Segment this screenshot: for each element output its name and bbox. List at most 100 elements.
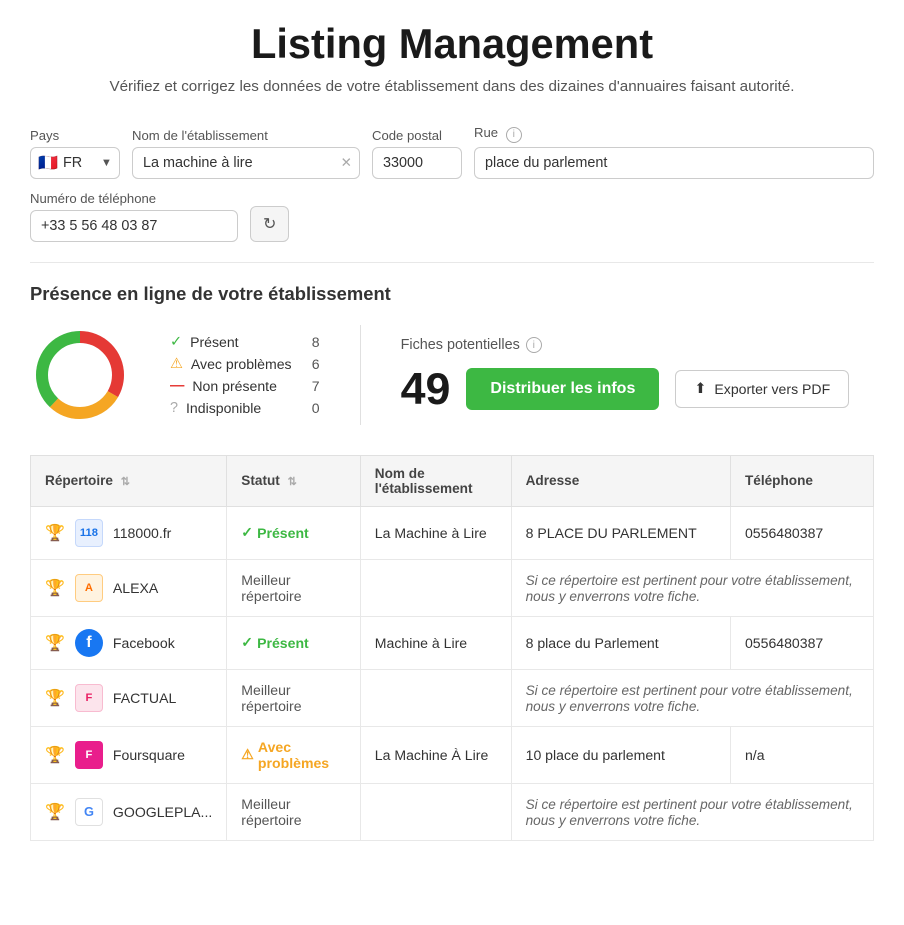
fiches-actions: 49 Distribuer les infos ⬆ Exporter vers … [401, 367, 850, 412]
dir-name: Foursquare [113, 747, 185, 763]
unavailable-icon: ? [170, 400, 178, 416]
status-present: ✓ Présent [241, 634, 346, 651]
legend-label-unavailable: Indisponible [186, 400, 292, 416]
cell-adresse: 10 place du parlement [511, 726, 730, 783]
cell-telephone: n/a [730, 726, 873, 783]
dir-name: GOOGLEPLA... [113, 804, 212, 820]
cell-statut: ✓ Présent [227, 616, 361, 669]
col-statut: Statut ⇅ [227, 455, 361, 506]
dir-logo: f [75, 629, 103, 657]
status-best: Meilleur répertoire [241, 682, 301, 714]
legend-item-absent: — Non présente 7 [170, 378, 320, 394]
trophy-icon: 🏆 [45, 578, 65, 598]
rue-input[interactable] [474, 147, 874, 179]
cell-nom [360, 669, 511, 726]
best-dir-info: Si ce répertoire est pertinent pour votr… [526, 573, 853, 604]
trophy-icon: 🏆 [45, 633, 65, 653]
cell-nom: La Machine à Lire [360, 506, 511, 559]
absent-icon: — [170, 378, 184, 394]
status-best: Meilleur répertoire [241, 796, 301, 828]
listing-table: Répertoire ⇅ Statut ⇅ Nom de l'établisse… [30, 455, 874, 841]
pays-group: Pays 🇫🇷 FR ▼ [30, 128, 120, 179]
trophy-icon: 🏆 [45, 802, 65, 822]
refresh-button[interactable]: ↻ [250, 206, 289, 242]
page-subtitle: Vérifiez et corrigez les données de votr… [30, 78, 874, 95]
cell-repertoire: 🏆 F FACTUAL [31, 669, 227, 726]
telephone-input[interactable] [30, 210, 238, 242]
nom-input[interactable] [132, 147, 360, 179]
legend-item-unavailable: ? Indisponible 0 [170, 400, 320, 416]
donut-chart [30, 325, 130, 425]
trophy-icon: 🏆 [45, 523, 65, 543]
export-icon: ⬆ [694, 381, 706, 397]
export-label: Exporter vers PDF [714, 381, 830, 397]
presence-title: Présence en ligne de votre établissement [30, 283, 874, 305]
present-icon: ✓ [170, 334, 182, 350]
table-row: 🏆 F FACTUAL Meilleur répertoire Si ce rép… [31, 669, 874, 726]
cell-telephone: 0556480387 [730, 506, 873, 559]
rue-info-icon: i [506, 127, 522, 143]
page-title: Listing Management [30, 20, 874, 68]
distribute-button[interactable]: Distribuer les infos [466, 368, 659, 410]
postal-input[interactable] [372, 147, 462, 179]
dir-logo: F [75, 684, 103, 712]
cell-adresse: Si ce répertoire est pertinent pour votr… [511, 669, 873, 726]
fiches-count: 49 [401, 367, 451, 412]
status-present: ✓ Présent [241, 524, 346, 541]
telephone-group: Numéro de téléphone [30, 191, 238, 242]
clear-icon[interactable]: ✕ [341, 155, 352, 171]
dir-logo: G [75, 798, 103, 826]
cell-adresse: Si ce répertoire est pertinent pour votr… [511, 559, 873, 616]
sort-icon-repertoire[interactable]: ⇅ [121, 476, 130, 488]
best-dir-info: Si ce répertoire est pertinent pour votr… [526, 797, 853, 828]
cell-nom: La Machine À Lire [360, 726, 511, 783]
col-adresse: Adresse [511, 455, 730, 506]
status-best: Meilleur répertoire [241, 572, 301, 604]
vertical-divider [360, 325, 361, 425]
nom-input-wrap: ✕ [132, 147, 360, 179]
rue-label: Rue i [474, 125, 874, 143]
dir-name: FACTUAL [113, 690, 176, 706]
cell-statut: ⚠ Avec problèmes [227, 726, 361, 783]
divider [30, 262, 874, 263]
table-row: 🏆 G GOOGLEPLA... Meilleur répertoire Si c… [31, 783, 874, 840]
legend: ✓ Présent 8 ⚠ Avec problèmes 6 — Non pré… [170, 334, 320, 416]
cell-repertoire: 🏆 f Facebook [31, 616, 227, 669]
pays-select[interactable]: FR [30, 147, 120, 179]
legend-item-problems: ⚠ Avec problèmes 6 [170, 356, 320, 372]
cell-adresse: 8 place du Parlement [511, 616, 730, 669]
table-body: 🏆 118 118000.fr ✓ Présent La Machine à Li… [31, 506, 874, 840]
col-telephone: Téléphone [730, 455, 873, 506]
cell-telephone: 0556480387 [730, 616, 873, 669]
cell-repertoire: 🏆 G GOOGLEPLA... [31, 783, 227, 840]
sort-icon-statut[interactable]: ⇅ [288, 476, 297, 488]
dir-logo: A [75, 574, 103, 602]
nom-group: Nom de l'établissement ✕ [132, 128, 360, 179]
fiches-label: Fiches potentielles i [401, 337, 850, 353]
cell-repertoire: 🏆 A ALEXA [31, 559, 227, 616]
table-header: Répertoire ⇅ Statut ⇅ Nom de l'établisse… [31, 455, 874, 506]
table-row: 🏆 F Foursquare ⚠ Avec problèmes La Machin… [31, 726, 874, 783]
pays-label: Pays [30, 128, 120, 143]
legend-count-absent: 7 [300, 378, 320, 394]
dir-logo: F [75, 741, 103, 769]
cell-repertoire: 🏆 F Foursquare [31, 726, 227, 783]
postal-group: Code postal [372, 128, 462, 179]
best-dir-info: Si ce répertoire est pertinent pour votr… [526, 683, 853, 714]
legend-item-present: ✓ Présent 8 [170, 334, 320, 350]
legend-count-unavailable: 0 [300, 400, 320, 416]
cell-nom: Machine à Lire [360, 616, 511, 669]
status-problems: ⚠ Avec problèmes [241, 739, 346, 771]
dir-name: 118000.fr [113, 525, 171, 541]
legend-label-problems: Avec problèmes [191, 356, 292, 372]
fiches-info-icon: i [526, 337, 542, 353]
nom-label: Nom de l'établissement [132, 128, 360, 143]
export-button[interactable]: ⬆ Exporter vers PDF [675, 370, 849, 408]
legend-count-problems: 6 [300, 356, 320, 372]
dir-name: Facebook [113, 635, 175, 651]
col-repertoire: Répertoire ⇅ [31, 455, 227, 506]
telephone-label: Numéro de téléphone [30, 191, 238, 206]
cell-repertoire: 🏆 118 118000.fr [31, 506, 227, 559]
cell-statut: Meilleur répertoire [227, 669, 361, 726]
problems-icon: ⚠ [170, 356, 183, 372]
